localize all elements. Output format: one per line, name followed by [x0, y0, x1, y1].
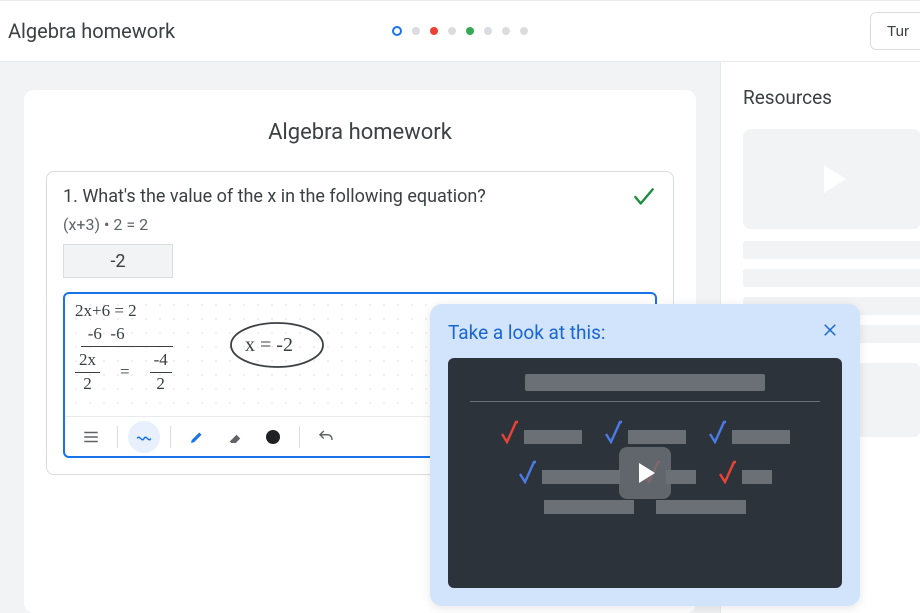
dot[interactable]	[412, 27, 420, 35]
resources-title: Resources	[743, 86, 920, 109]
answer-input[interactable]: -2	[63, 244, 173, 278]
topbar: Algebra homework Tur	[0, 0, 920, 62]
turn-in-button[interactable]: Tur	[870, 12, 920, 50]
close-icon[interactable]	[818, 320, 842, 344]
dot[interactable]	[448, 27, 456, 35]
play-icon[interactable]	[619, 447, 671, 499]
page-title: Algebra homework	[8, 19, 175, 43]
resource-skeleton-line	[743, 269, 920, 287]
popover-title: Take a look at this:	[448, 321, 606, 344]
hint-popover: Take a look at this:	[430, 304, 860, 606]
checkmark-icon	[631, 184, 657, 217]
dot-correct[interactable]	[466, 27, 474, 35]
color-icon[interactable]	[257, 421, 289, 453]
dot-current[interactable]	[392, 26, 402, 36]
resource-video-thumb[interactable]	[743, 129, 920, 229]
video-title-bar	[525, 374, 765, 391]
progress-dots	[392, 26, 528, 36]
dot[interactable]	[502, 27, 510, 35]
resource-skeleton-line	[743, 241, 920, 259]
circled-answer: x = -2	[245, 334, 293, 357]
pen-icon[interactable]	[181, 421, 213, 453]
undo-icon[interactable]	[310, 421, 342, 453]
question-equation: (x+3) • 2 = 2	[63, 215, 631, 234]
question-prompt: 1. What's the value of the x in the foll…	[63, 186, 631, 207]
lines-icon[interactable]	[75, 421, 107, 453]
dot[interactable]	[520, 27, 528, 35]
dot-error[interactable]	[430, 27, 438, 35]
card-title: Algebra homework	[46, 120, 674, 145]
squiggle-icon[interactable]	[128, 421, 160, 453]
dot[interactable]	[484, 27, 492, 35]
popover-video[interactable]	[448, 358, 842, 588]
eraser-icon[interactable]	[219, 421, 251, 453]
play-icon	[824, 165, 846, 193]
handwriting: 2x+6 = 2 -6 -6 2x2 = -42	[75, 300, 173, 396]
video-divider	[470, 401, 820, 402]
